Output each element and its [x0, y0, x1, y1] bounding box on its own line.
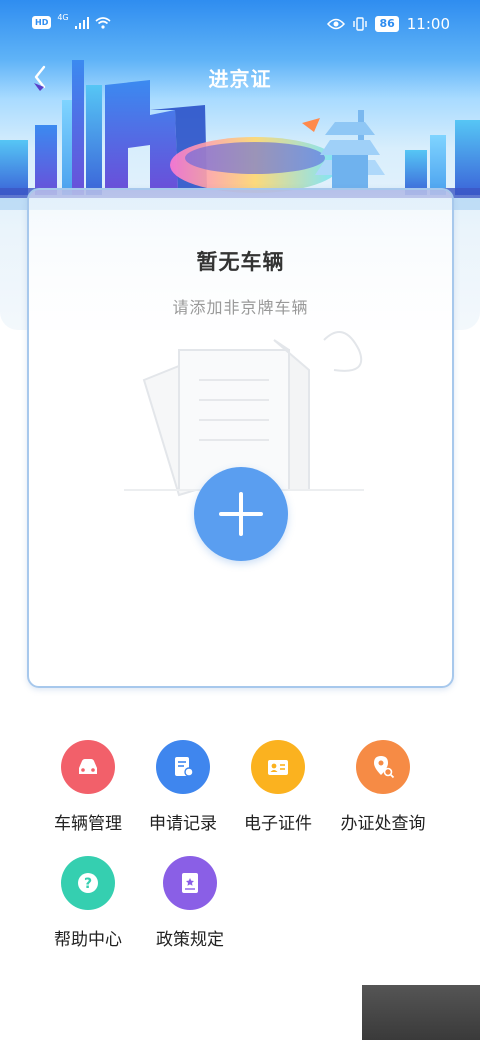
status-time: 11:00 [406, 15, 450, 33]
network-label: 4G [57, 13, 69, 22]
vehicle-card: 暂无车辆 请添加非京牌车辆 [27, 188, 454, 688]
car-icon [61, 740, 115, 794]
document-icon [156, 740, 210, 794]
menu-vehicle-management[interactable]: 车辆管理 [38, 740, 138, 834]
hd-badge: HD [32, 16, 52, 29]
menu-label: 车辆管理 [54, 814, 122, 834]
menu-help-center[interactable]: ? 帮助中心 [38, 856, 138, 950]
battery-indicator: 86 [375, 16, 399, 32]
help-icon: ? [61, 856, 115, 910]
signal-icon [74, 16, 89, 29]
book-icon [163, 856, 217, 910]
menu-label: 帮助中心 [54, 930, 122, 950]
menu-label: 申请记录 [149, 814, 217, 834]
eye-icon [327, 18, 346, 30]
svg-text:?: ? [84, 876, 92, 892]
id-card-icon [251, 740, 305, 794]
page-title: 进京证 [208, 67, 272, 91]
empty-vehicle-title: 暂无车辆 [196, 250, 285, 274]
navigation-bar: 进京证 [0, 55, 480, 99]
menu-policy[interactable]: 政策规定 [140, 856, 240, 950]
add-vehicle-button[interactable] [194, 467, 288, 561]
location-search-icon [356, 740, 410, 794]
menu-application-records[interactable]: 申请记录 [133, 740, 233, 834]
menu-office-query[interactable]: 办证处查询 [333, 740, 433, 834]
status-left: HD 4G [32, 13, 111, 29]
corner-overlay [362, 985, 480, 1040]
plus-icon [219, 492, 263, 536]
menu-label: 电子证件 [244, 814, 312, 834]
status-right: 86 11:00 [327, 15, 450, 33]
menu-electronic-certificate[interactable]: 电子证件 [228, 740, 328, 834]
empty-vehicle-subtitle: 请添加非京牌车辆 [172, 298, 309, 317]
vibrate-icon [353, 17, 368, 31]
menu-label: 政策规定 [156, 930, 224, 950]
menu-label: 办证处查询 [340, 814, 426, 834]
wifi-icon [95, 16, 111, 29]
status-bar: HD 4G 86 11:00 [0, 0, 480, 52]
